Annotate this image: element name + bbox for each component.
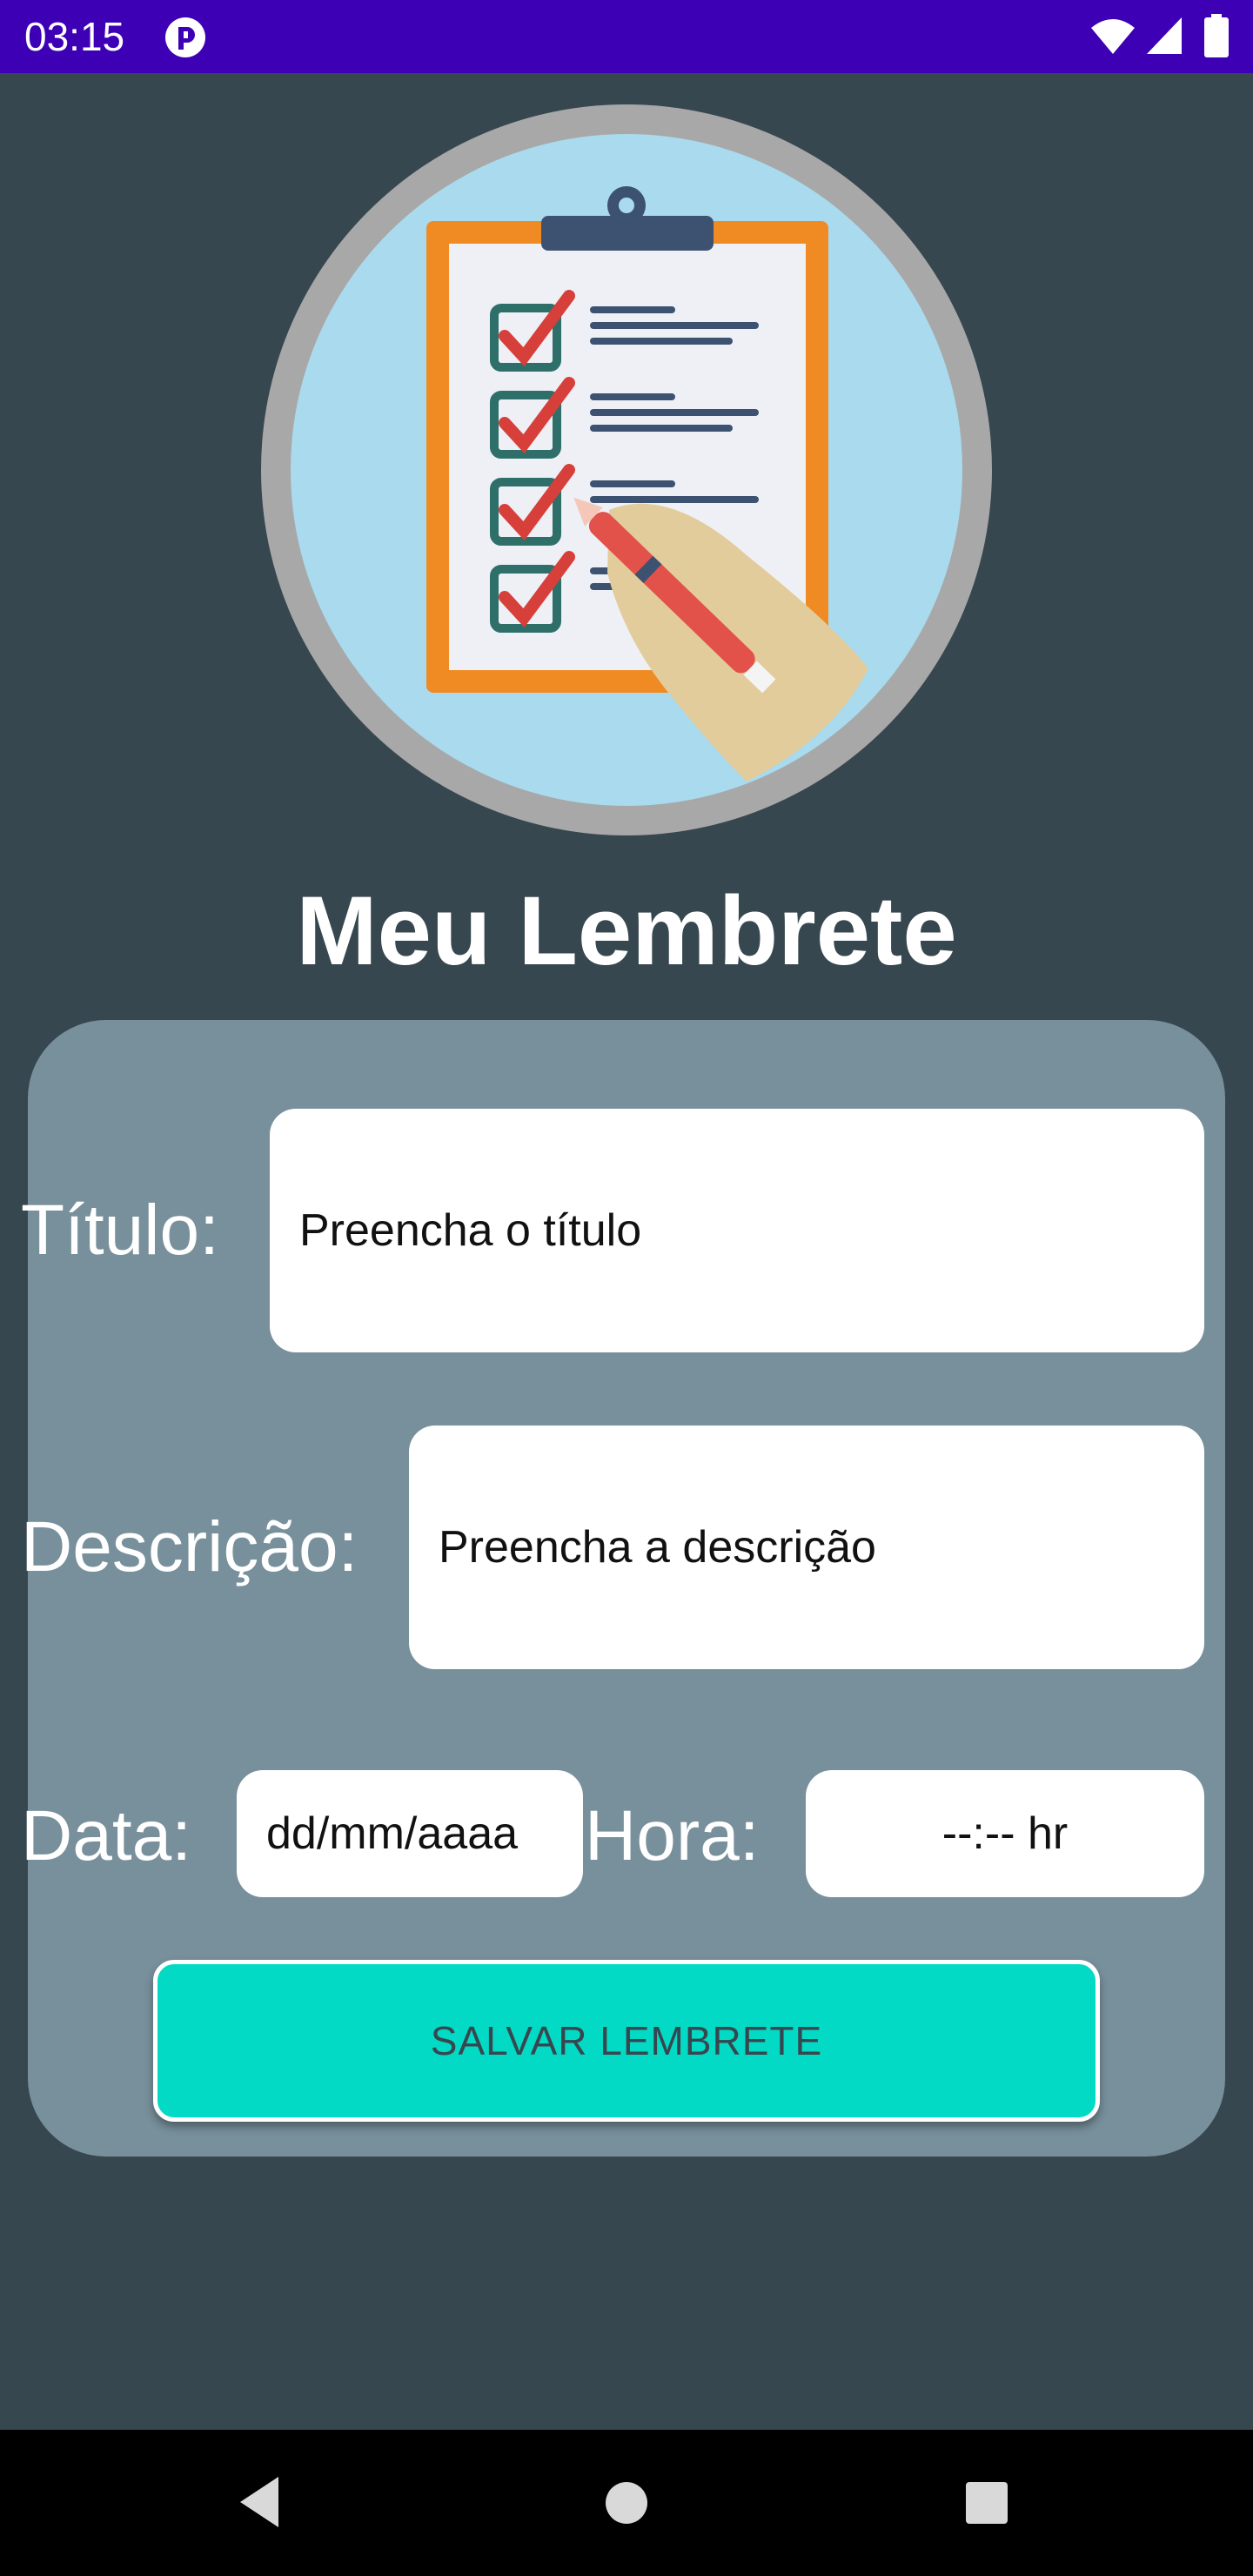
save-reminder-button[interactable]: SALVAR LEMBRETE	[153, 1960, 1100, 2122]
battery-icon	[1204, 14, 1229, 57]
title-placeholder: Preencha o título	[299, 1205, 642, 1256]
title-label: Título:	[21, 1191, 219, 1270]
back-icon[interactable]	[235, 2473, 287, 2531]
notification-icon	[165, 17, 205, 57]
date-placeholder: dd/mm/aaaa	[266, 1808, 519, 1859]
date-input[interactable]: dd/mm/aaaa	[237, 1770, 583, 1897]
signal-icon	[1147, 17, 1182, 54]
date-label: Data:	[21, 1796, 191, 1875]
home-icon[interactable]	[604, 2480, 649, 2526]
status-bar: 03:15	[0, 0, 1253, 73]
title-input[interactable]: Preencha o título	[270, 1109, 1204, 1352]
navigation-bar	[0, 2430, 1253, 2576]
save-reminder-label: SALVAR LEMBRETE	[430, 2018, 823, 2063]
description-input[interactable]: Preencha a descrição	[409, 1426, 1204, 1669]
description-label: Descrição:	[21, 1507, 358, 1587]
app-title: Meu Lembrete	[296, 876, 957, 985]
recents-icon[interactable]	[964, 2480, 1009, 2526]
hour-label: Hora:	[585, 1796, 760, 1875]
clipboard-checklist-illustration	[261, 104, 992, 835]
hour-input[interactable]: --:-- hr	[806, 1770, 1204, 1897]
status-time: 03:15	[24, 14, 125, 59]
screen: 03:15 Meu Lembrete Título: Preencha o tí…	[0, 0, 1253, 2576]
wifi-icon	[1091, 19, 1135, 54]
description-placeholder: Preencha a descrição	[439, 1522, 876, 1573]
hour-placeholder: --:-- hr	[941, 1808, 1069, 1859]
